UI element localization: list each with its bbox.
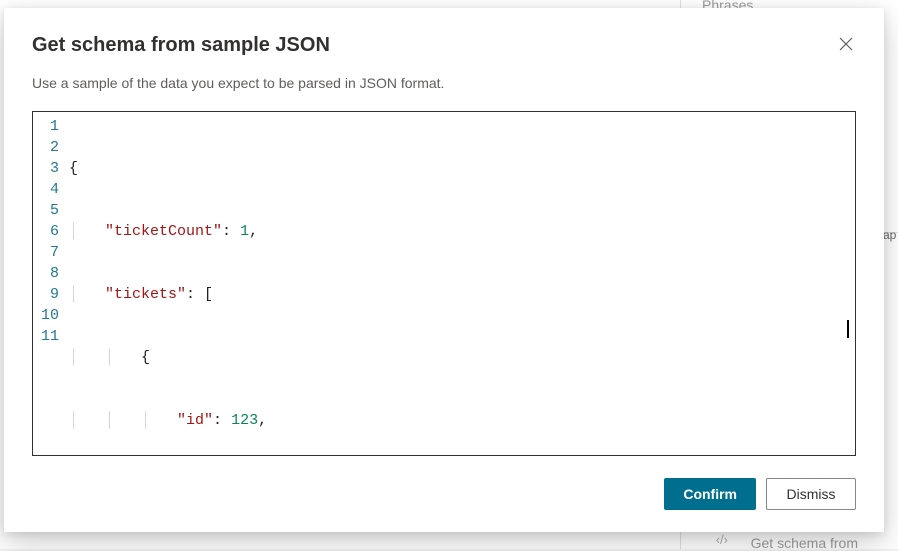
- background-tab-fragment: ap: [883, 228, 898, 248]
- close-icon: [839, 37, 853, 51]
- json-sample-editor[interactable]: 1 2 3 4 5 6 7 8 9 10 11 { │ "ticketCount…: [32, 111, 856, 456]
- line-number: 2: [33, 137, 59, 158]
- line-number-gutter: 1 2 3 4 5 6 7 8 9 10 11: [33, 116, 65, 455]
- editor-cursor: [847, 320, 849, 338]
- line-number: 10: [33, 305, 59, 326]
- line-number: 7: [33, 242, 59, 263]
- line-number: 9: [33, 284, 59, 305]
- line-number: 1: [33, 116, 59, 137]
- line-number: 4: [33, 179, 59, 200]
- line-number: 6: [33, 221, 59, 242]
- modal-title: Get schema from sample JSON: [32, 34, 330, 57]
- modal-footer: Confirm Dismiss: [32, 478, 856, 510]
- modal-description: Use a sample of the data you expect to b…: [32, 75, 856, 91]
- modal-header: Get schema from sample JSON: [32, 34, 856, 57]
- code-content[interactable]: { │ "ticketCount": 1, │ "tickets": [ │ │…: [65, 116, 855, 455]
- dismiss-button[interactable]: Dismiss: [766, 478, 856, 510]
- confirm-button[interactable]: Confirm: [664, 478, 756, 510]
- code-angle-icon: ‹/›: [716, 532, 728, 547]
- line-number: 8: [33, 263, 59, 284]
- line-number: 5: [33, 200, 59, 221]
- line-number: 11: [33, 326, 59, 347]
- schema-from-sample-modal: Get schema from sample JSON Use a sample…: [4, 8, 884, 532]
- close-button[interactable]: [836, 34, 856, 54]
- line-number: 3: [33, 158, 59, 179]
